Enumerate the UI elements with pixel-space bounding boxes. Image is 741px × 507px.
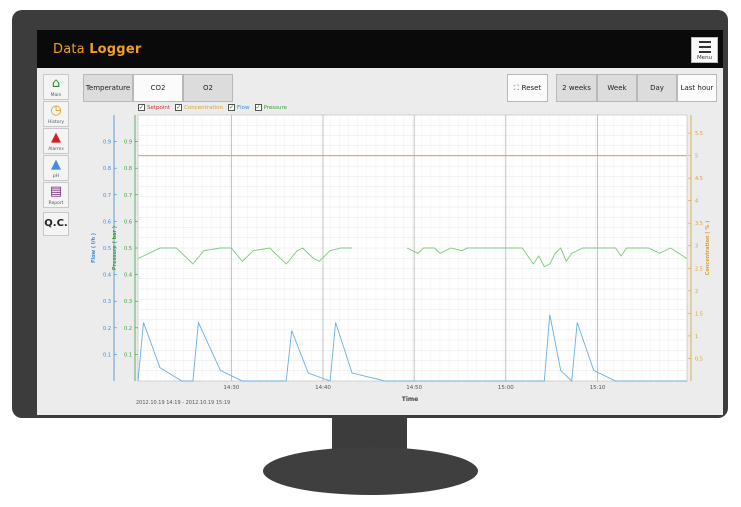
monitor-stand-base — [263, 447, 478, 495]
flow-tick-label: 0.1 — [103, 352, 111, 358]
concentration-tick-label: 4.5 — [695, 176, 703, 182]
concentration-tick-label: 2 — [695, 289, 698, 295]
concentration-tick-label: 4 — [695, 199, 698, 205]
concentration-tick-label: 2.5 — [695, 266, 703, 272]
concentration-tick-label: 3.5 — [695, 221, 703, 227]
flow-tick-label: 0.8 — [103, 166, 111, 172]
y-axis-label: Pressure ( bar ) — [112, 226, 118, 270]
concentration-tick-label: 5.5 — [695, 131, 703, 137]
pressure-tick-label: 0.9 — [124, 140, 132, 146]
screen: Data Logger Menu ⌂ Main ◷ History ▲ Alarms ▲ pH… — [37, 30, 723, 415]
concentration-tick-label: 0.5 — [695, 356, 703, 362]
concentration-tick-label: 1.5 — [695, 311, 703, 317]
flow-tick-label: 0.6 — [103, 219, 111, 225]
monitor-bezel: Data Logger Menu ⌂ Main ◷ History ▲ Alarms ▲ pH… — [12, 10, 728, 418]
concentration-tick-label: 1 — [695, 334, 698, 340]
flow-tick-label: 0.3 — [103, 299, 111, 305]
pressure-tick-label: 0.4 — [124, 273, 132, 279]
flow-tick-label: 0.7 — [103, 193, 111, 199]
pressure-tick-label: 0.1 — [124, 352, 132, 358]
flow-tick-label: 0.5 — [103, 246, 111, 252]
y-axis-label: Flow ( l/h ) — [91, 233, 97, 263]
x-axis-label: Time — [402, 396, 418, 403]
pressure-tick-label: 0.2 — [124, 326, 132, 332]
chart[interactable]: 14:30 14:40 14:50 15:00 15:10 Time 2012.10.19 … — [37, 30, 723, 415]
flow-tick-label: 0.9 — [103, 140, 111, 146]
x-tick-label: 14:30 — [223, 385, 239, 391]
flow-tick-label: 0.4 — [103, 273, 111, 279]
pressure-tick-label: 0.6 — [124, 219, 132, 225]
x-tick-label: 15:00 — [498, 385, 514, 391]
flow-tick-label: 0.2 — [103, 326, 111, 332]
date-range: 2012.10.19 14:19 - 2012.10.19 15:19 — [136, 400, 230, 406]
pressure-tick-label: 0.7 — [124, 193, 132, 199]
x-tick-label: 14:40 — [315, 385, 331, 391]
x-tick-label: 14:50 — [406, 385, 422, 391]
concentration-tick-label: 3 — [695, 244, 698, 250]
x-tick-label: 15:10 — [590, 385, 606, 391]
y-axis-label: Concentration ( % ) — [705, 221, 711, 276]
pressure-tick-label: 0.5 — [124, 246, 132, 252]
pressure-tick-label: 0.3 — [124, 299, 132, 305]
pressure-tick-label: 0.8 — [124, 166, 132, 172]
concentration-tick-label: 5 — [695, 154, 698, 160]
